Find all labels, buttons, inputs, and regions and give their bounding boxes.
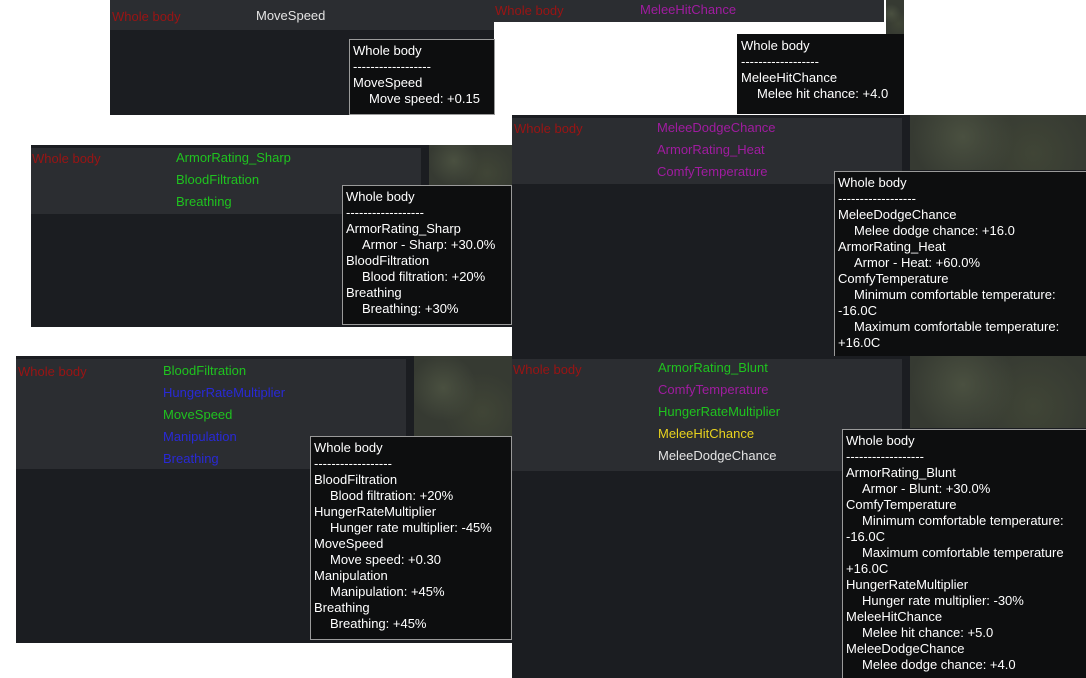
tooltip-value: Maximum comfortable temperature — [862, 545, 1064, 560]
tooltip-value: Armor - Blunt: +30.0% — [862, 481, 991, 496]
tooltip-value: Melee dodge chance: +4.0 — [862, 657, 1016, 672]
tooltip-value: Breathing: +45% — [330, 616, 427, 631]
stat-melee-hit[interactable]: MeleeHitChance — [658, 423, 754, 445]
stat-blood-filtration[interactable]: BloodFiltration — [163, 360, 246, 382]
tooltip-stat: MeleeDodgeChance — [838, 207, 957, 222]
tooltip-value: Move speed: +0.15 — [369, 91, 480, 106]
body-part-label: Whole body — [112, 9, 181, 24]
tooltip-value: Armor - Sharp: +30.0% — [362, 237, 496, 252]
tooltip-stat: ComfyTemperature — [846, 497, 957, 512]
stat-hunger-rate[interactable]: HungerRateMultiplier — [163, 382, 285, 404]
tooltip-6: Whole body ------------------ ArmorRatin… — [842, 429, 1086, 678]
panel-2: Whole body MeleeHitChance — [494, 0, 904, 34]
tooltip-title: Whole body — [346, 189, 415, 204]
tooltip-stat: MoveSpeed — [314, 536, 384, 551]
tooltip-stat: Breathing — [314, 600, 370, 615]
tooltip-separator: ------------------ — [741, 54, 819, 69]
tooltip-title: Whole body — [838, 175, 907, 190]
tooltip-4: Whole body ------------------ MeleeDodge… — [834, 171, 1086, 357]
tooltip-value-cont: -16.0C — [838, 303, 878, 318]
body-part-label: Whole body — [514, 121, 583, 136]
tooltip-value-cont: +16.0C — [846, 561, 889, 576]
tooltip-stat: BloodFiltration — [314, 472, 398, 487]
stat-breathing[interactable]: Breathing — [163, 448, 219, 470]
tooltip-value: Blood filtration: +20% — [362, 269, 486, 284]
tooltip-stat: ComfyTemperature — [838, 271, 949, 286]
tooltip-value: Manipulation: +45% — [330, 584, 445, 599]
tooltip-value: Minimum comfortable temperature: — [854, 287, 1056, 302]
stat-movespeed[interactable]: MoveSpeed — [256, 5, 325, 27]
tooltip-separator: ------------------ — [346, 205, 424, 220]
tooltip-title: Whole body — [314, 440, 383, 455]
tooltip-stat: ArmorRating_Sharp — [346, 221, 461, 236]
tooltip-value: Minimum comfortable temperature: — [862, 513, 1064, 528]
stat-melee-dodge[interactable]: MeleeDodgeChance — [658, 445, 777, 467]
stat-manipulation[interactable]: Manipulation — [163, 426, 237, 448]
stat-armor-heat[interactable]: ArmorRating_Heat — [657, 139, 765, 161]
tooltip-3: Whole body ------------------ ArmorRatin… — [342, 185, 512, 325]
tooltip-2: Whole body ------------------ MeleeHitCh… — [737, 34, 904, 114]
stat-meleehitchance[interactable]: MeleeHitChance — [640, 0, 736, 21]
stat-hunger-rate[interactable]: HungerRateMultiplier — [658, 401, 780, 423]
stat-movespeed[interactable]: MoveSpeed — [163, 404, 232, 426]
tooltip-value: Blood filtration: +20% — [330, 488, 454, 503]
tooltip-stat: MeleeHitChance — [846, 609, 943, 624]
background-texture — [429, 145, 512, 185]
stat-breathing[interactable]: Breathing — [176, 191, 232, 213]
tooltip-separator: ------------------ — [314, 456, 392, 471]
tooltip-title: Whole body — [353, 43, 422, 58]
body-part-label: Whole body — [513, 362, 582, 377]
tooltip-stat: HungerRateMultiplier — [846, 577, 969, 592]
tooltip-value: Armor - Heat: +60.0% — [854, 255, 981, 270]
tooltip-value-cont: -16.0C — [846, 529, 886, 544]
tooltip-stat: MeleeDodgeChance — [846, 641, 965, 656]
tooltip-value: Maximum comfortable temperature: — [854, 319, 1060, 334]
background-texture — [886, 0, 904, 34]
stat-comfy-temperature[interactable]: ComfyTemperature — [657, 161, 768, 183]
background-texture — [910, 356, 1086, 428]
tooltip-stat: HungerRateMultiplier — [314, 504, 437, 519]
body-part-label: Whole body — [32, 151, 101, 166]
tooltip-stat: Manipulation — [314, 568, 388, 583]
tooltip-stat: MoveSpeed — [353, 75, 423, 90]
tooltip-stat: Breathing — [346, 285, 402, 300]
stat-blood-filtration[interactable]: BloodFiltration — [176, 169, 259, 191]
tooltip-value: Hunger rate multiplier: -45% — [330, 520, 492, 535]
tooltip-separator: ------------------ — [846, 449, 924, 464]
tooltip-value-cont: +16.0C — [838, 335, 881, 350]
tooltip-title: Whole body — [741, 38, 810, 53]
tooltip-stat: ArmorRating_Heat — [838, 239, 946, 254]
body-part-label: Whole body — [18, 364, 87, 379]
tooltip-separator: ------------------ — [353, 59, 431, 74]
tooltip-title: Whole body — [846, 433, 915, 448]
tooltip-separator: ------------------ — [838, 191, 916, 206]
tooltip-5: Whole body ------------------ BloodFiltr… — [310, 436, 512, 640]
stat-comfy-temperature[interactable]: ComfyTemperature — [658, 379, 769, 401]
tooltip-1: Whole body ------------------ MoveSpeed … — [349, 39, 495, 115]
tooltip-value: Melee dodge chance: +16.0 — [854, 223, 1015, 238]
stat-melee-dodge[interactable]: MeleeDodgeChance — [657, 117, 776, 139]
tooltip-value: Melee hit chance: +5.0 — [862, 625, 994, 640]
tooltip-stat: MeleeHitChance — [741, 70, 838, 85]
body-part-label: Whole body — [495, 3, 564, 18]
stat-armor-sharp[interactable]: ArmorRating_Sharp — [176, 147, 291, 169]
tooltip-stat: BloodFiltration — [346, 253, 430, 268]
background-texture — [414, 356, 512, 436]
background-texture — [910, 115, 1086, 170]
tooltip-value: Melee hit chance: +4.0 — [757, 86, 889, 101]
tooltip-value: Hunger rate multiplier: -30% — [862, 593, 1024, 608]
tooltip-stat: ArmorRating_Blunt — [846, 465, 956, 480]
tooltip-value: Breathing: +30% — [362, 301, 459, 316]
tooltip-value: Move speed: +0.30 — [330, 552, 441, 567]
stat-armor-blunt[interactable]: ArmorRating_Blunt — [658, 357, 768, 379]
